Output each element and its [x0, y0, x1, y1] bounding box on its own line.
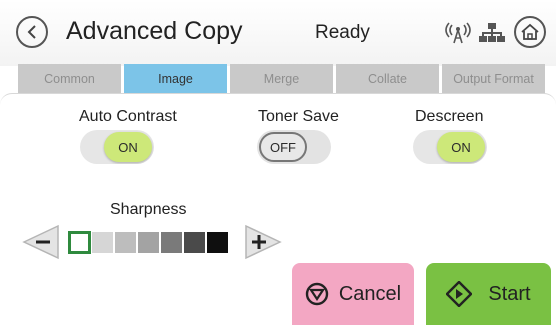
sharpness-label: Sharpness — [110, 201, 187, 218]
sharpness-level-cell[interactable] — [68, 231, 91, 254]
descreen-value: ON — [437, 132, 485, 162]
sharpness-decrease-button[interactable] — [22, 224, 60, 260]
start-button[interactable]: Start — [426, 263, 551, 325]
back-icon — [27, 25, 36, 39]
toner-save-label: Toner Save — [258, 108, 339, 125]
home-icon — [521, 23, 539, 40]
network-icon — [479, 23, 505, 42]
header-bar: Advanced Copy Ready — [0, 0, 556, 66]
stop-icon — [305, 282, 329, 306]
start-icon — [446, 281, 473, 307]
tab-common[interactable]: Common — [18, 64, 121, 94]
back-button[interactable] — [16, 16, 48, 48]
descreen-label: Descreen — [415, 108, 484, 125]
auto-contrast-value: ON — [104, 132, 152, 162]
wireless-icon — [445, 22, 471, 44]
auto-contrast-toggle[interactable]: ON — [80, 130, 154, 164]
tab-image[interactable]: Image — [124, 64, 227, 94]
sharpness-scale[interactable] — [68, 231, 229, 254]
home-button[interactable] — [514, 16, 546, 48]
page-title: Advanced Copy — [66, 17, 243, 45]
toner-save-value: OFF — [259, 132, 307, 162]
sharpness-level-cell[interactable] — [91, 231, 114, 254]
tab-bar: Common Image Merge Collate Output Format — [18, 64, 548, 94]
sharpness-level-cell[interactable] — [160, 231, 183, 254]
cancel-button[interactable]: Cancel — [292, 263, 414, 325]
sharpness-level-cell[interactable] — [114, 231, 137, 254]
status-text: Ready — [315, 22, 370, 43]
sharpness-level-cell[interactable] — [137, 231, 160, 254]
sharpness-increase-button[interactable] — [244, 224, 282, 260]
auto-contrast-label: Auto Contrast — [79, 108, 177, 125]
tab-merge[interactable]: Merge — [230, 64, 333, 94]
tab-collate[interactable]: Collate — [336, 64, 439, 94]
cancel-label: Cancel — [338, 282, 402, 305]
toner-save-toggle[interactable]: OFF — [257, 130, 331, 164]
start-label: Start — [488, 282, 531, 305]
sharpness-level-cell[interactable] — [206, 231, 229, 254]
sharpness-level-cell[interactable] — [183, 231, 206, 254]
tab-output-format[interactable]: Output Format — [442, 64, 545, 94]
descreen-toggle[interactable]: ON — [413, 130, 487, 164]
